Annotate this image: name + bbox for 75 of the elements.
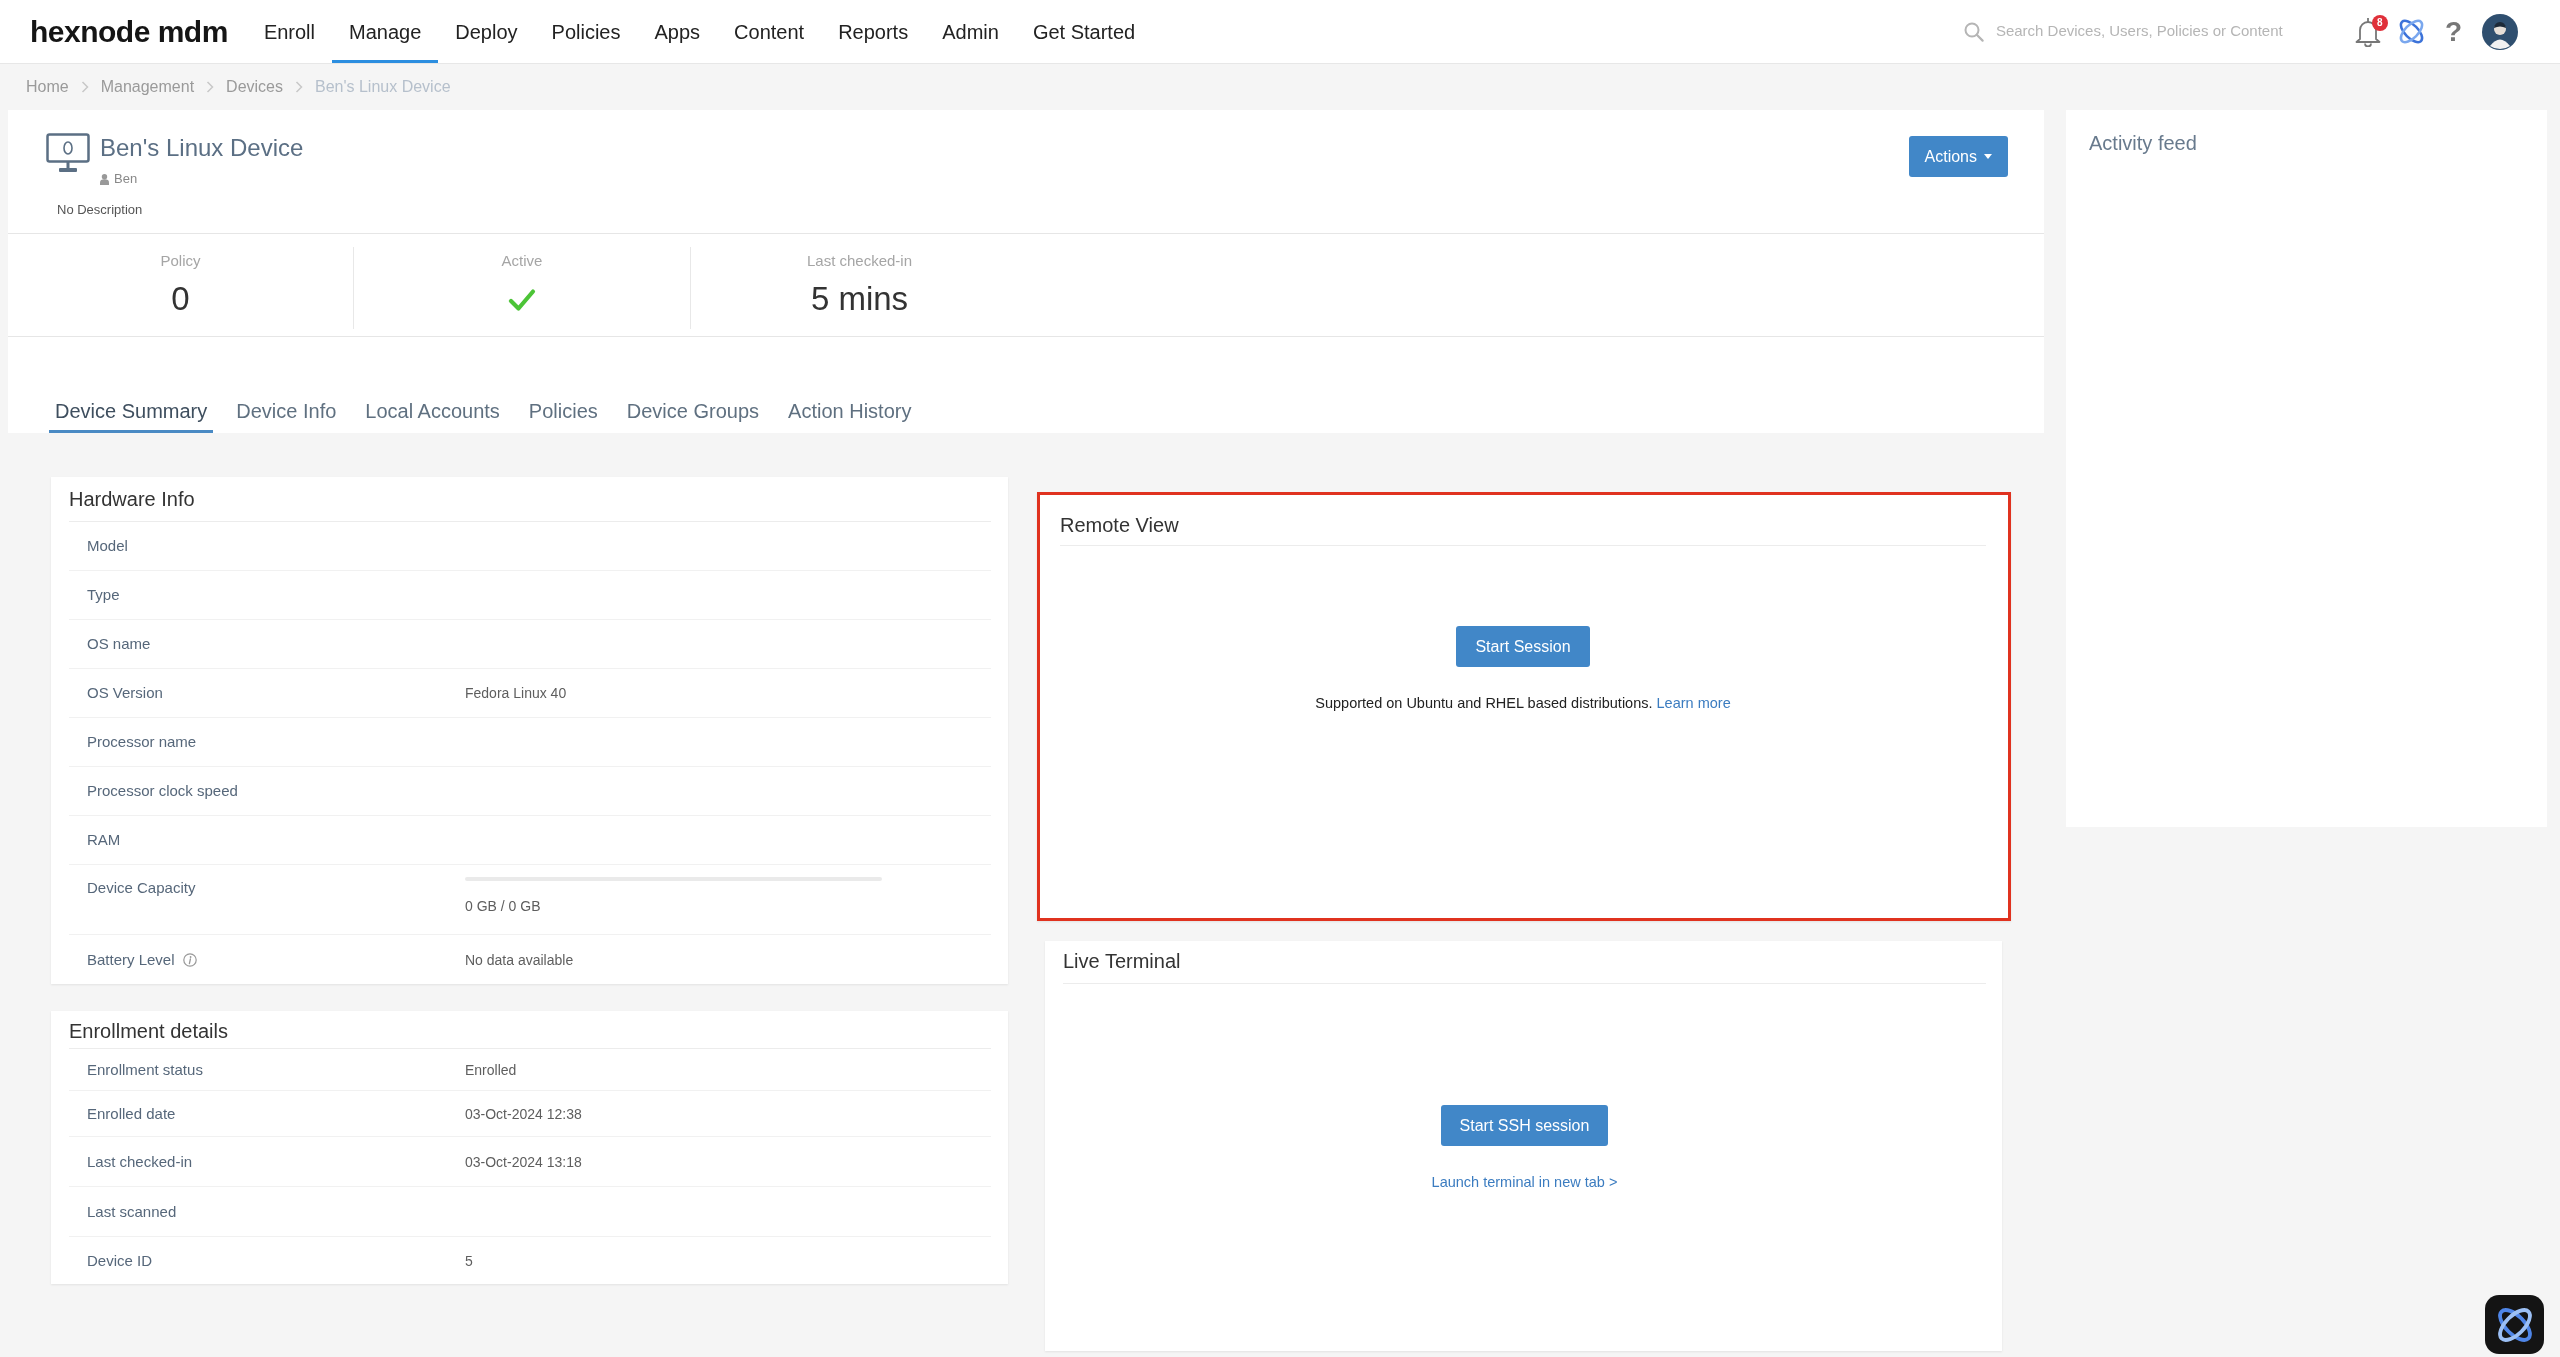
field-label: Last checked-in (87, 1152, 193, 1171)
actions-button[interactable]: Actions (1908, 136, 2008, 177)
field-value: No data available (465, 951, 574, 969)
start-session-button[interactable]: Start Session (1456, 626, 1590, 667)
field-label: Device Capacity (87, 879, 196, 897)
search-icon (1963, 21, 1984, 42)
field-label: RAM (87, 831, 121, 849)
tab[interactable]: Device Info (230, 399, 343, 433)
chevron-icon (206, 81, 215, 93)
tab[interactable]: Device Groups (620, 399, 766, 433)
field-label: Type (87, 586, 120, 604)
breadcrumb-link[interactable]: Devices (226, 75, 283, 99)
field-label: Model (87, 537, 128, 555)
notification-count-badge: 8 (2371, 14, 2388, 31)
rings-icon[interactable] (2397, 18, 2425, 45)
field-label: Device ID (87, 1252, 153, 1270)
bell-icon[interactable] (2353, 16, 2382, 47)
caret-icon (1984, 154, 1992, 159)
start-ssh-session-button[interactable]: Start SSH session (1440, 1105, 1609, 1146)
nav-link[interactable]: Get Started (1015, 0, 1153, 63)
rings-icon (2495, 1305, 2534, 1344)
card-title: Enrollment details (69, 1011, 991, 1049)
tab[interactable]: Local Accounts (359, 399, 506, 433)
field-label: Processor name (87, 733, 197, 751)
assistant-launcher-button[interactable] (2485, 1295, 2544, 1354)
help-button[interactable]: ? (2444, 17, 2462, 46)
tab[interactable]: Policies (522, 399, 604, 433)
field-value: 0 GB / 0 GB (465, 897, 542, 915)
field-label: Last scanned (87, 1202, 177, 1221)
support-note: Supported on Ubuntu and RHEL based distributions. Learn more (1315, 694, 1731, 713)
field-value: 03-Oct-2024 13:18 (465, 1152, 582, 1171)
device-user: Ben (114, 170, 138, 188)
nav-link[interactable]: Deploy (438, 0, 535, 63)
field-value: Enrolled (465, 1060, 517, 1079)
stat-value: 5 mins (810, 279, 909, 319)
field-label: Battery Level (87, 951, 175, 969)
launch-terminal-link[interactable]: Launch terminal in new tab > (1431, 1172, 1618, 1192)
panel-title: Activity feed (2089, 131, 2198, 155)
nav-link[interactable]: Content (717, 0, 822, 63)
card-title: Hardware Info (69, 477, 991, 522)
avatar-icon[interactable] (2482, 13, 2518, 50)
field-value: 5 (465, 1252, 473, 1270)
monitor-icon (46, 133, 90, 173)
field-label: OS Version (87, 684, 163, 702)
field-value: 03-Oct-2024 12:38 (465, 1104, 582, 1123)
user-icon (100, 173, 109, 185)
chevron-icon (80, 81, 89, 93)
field-label: Enrollment status (87, 1060, 203, 1079)
stat-label: Policy (160, 251, 201, 271)
nav-link[interactable]: Enroll (246, 0, 332, 63)
logo[interactable]: hexnode mdm (30, 15, 228, 48)
device-name: Ben's Linux Device (100, 133, 304, 163)
chevron-icon (295, 81, 303, 93)
nav-link[interactable]: Manage (332, 0, 439, 63)
nav-link[interactable]: Policies (534, 0, 638, 63)
stat-label: Active (501, 251, 543, 271)
stat-value: 0 (171, 279, 190, 319)
field-label: OS name (87, 635, 151, 653)
stat-label: Last checked-in (806, 251, 913, 271)
tab[interactable]: Action History (782, 399, 918, 433)
device-description: No Description (57, 201, 144, 219)
nav-link[interactable]: Admin (925, 0, 1016, 63)
field-label: Enrolled date (87, 1104, 176, 1123)
field-value: Fedora Linux 40 (465, 684, 567, 702)
nav-link[interactable]: Apps (637, 0, 718, 63)
card-title: Remote View (1060, 495, 1986, 546)
learn-more-link[interactable]: Learn more (1656, 695, 1731, 711)
nav-link[interactable]: Reports (821, 0, 926, 63)
card-title: Live Terminal (1063, 941, 1986, 984)
search-field[interactable]: Search Devices, Users, Policies or Content (1995, 18, 2336, 45)
breadcrumb-link[interactable]: Management (100, 75, 195, 99)
breadcrumb-current: Ben's Linux Device (315, 77, 451, 97)
field-label: Processor clock speed (87, 782, 238, 800)
tab[interactable]: Device Summary (49, 399, 214, 433)
info-icon[interactable] (182, 953, 197, 967)
